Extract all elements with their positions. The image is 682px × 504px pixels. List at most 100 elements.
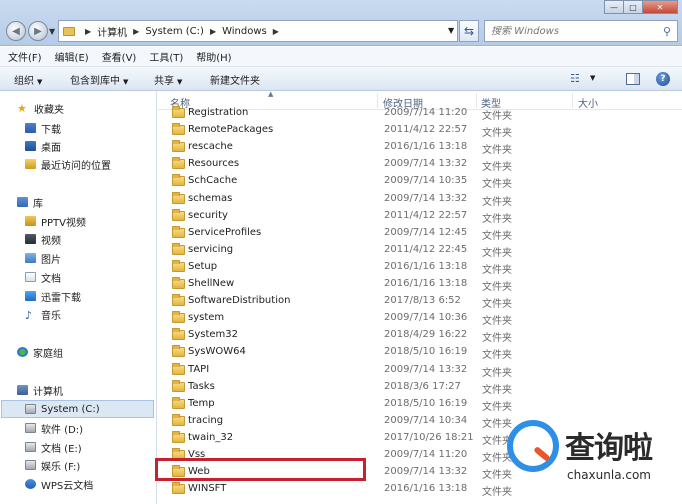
breadcrumb-windows[interactable]: Windows: [222, 26, 267, 37]
preview-pane-icon[interactable]: [626, 73, 640, 85]
menu-file[interactable]: 文件(F): [8, 49, 42, 64]
table-row[interactable]: ServiceProfiles 2009/7/14 12:45 文件夹: [158, 224, 682, 242]
nav-documents[interactable]: 文档: [25, 269, 61, 285]
folder-icon: [172, 277, 185, 289]
nav-thunder-label: 迅雷下载: [41, 292, 81, 304]
forward-button[interactable]: ▶: [28, 21, 48, 41]
table-row[interactable]: ShellNew 2016/1/16 13:18 文件夹: [158, 275, 682, 293]
chevron-down-icon[interactable]: ▼: [590, 74, 595, 82]
refresh-button[interactable]: ⇆: [459, 20, 479, 42]
table-row[interactable]: schemas 2009/7/14 13:32 文件夹: [158, 190, 682, 208]
chevron-right-icon: ▶: [85, 26, 92, 36]
cloud-icon: [25, 479, 36, 489]
nav-homegroup[interactable]: 家庭组: [17, 344, 63, 360]
watermark-url: chaxunla.com: [567, 468, 651, 482]
folder-icon: [63, 26, 75, 36]
highlight-annotation: [155, 458, 366, 481]
nav-wps[interactable]: WPS云文档: [25, 476, 93, 492]
table-row[interactable]: SoftwareDistribution 2017/8/13 6:52 文件夹: [158, 292, 682, 310]
menu-edit[interactable]: 编辑(E): [55, 49, 89, 64]
address-dropdown[interactable]: ▼: [448, 26, 454, 35]
folder-icon: [172, 362, 185, 375]
music-note-icon: ♪: [25, 309, 33, 322]
table-row[interactable]: rescache 2016/1/16 13:18 文件夹: [158, 138, 682, 157]
address-bar[interactable]: ▶ 计算机 ▶ System (C:) ▶ Windows ▶: [58, 20, 458, 42]
folder-icon: [172, 311, 185, 324]
search-input[interactable]: [491, 25, 656, 37]
chevron-right-icon[interactable]: ▶: [133, 27, 139, 36]
include-library-button[interactable]: 包含到库中 ▼: [70, 72, 128, 87]
table-row[interactable]: SchCache 2009/7/14 10:35 文件夹: [158, 172, 682, 191]
share-label: 共享: [154, 76, 174, 87]
folder-icon: [25, 216, 36, 226]
nav-videos[interactable]: 视频: [25, 231, 61, 247]
table-row[interactable]: TAPI 2009/7/14 13:32 文件夹: [158, 361, 682, 379]
nav-drive-f[interactable]: 娱乐 (F:): [25, 457, 80, 473]
chevron-down-icon: ▼: [37, 78, 43, 86]
minimize-button[interactable]: —: [604, 0, 624, 14]
nav-recent[interactable]: 最近访问的位置: [25, 156, 111, 172]
file-type: 文件夹: [482, 367, 512, 379]
nav-drive-c[interactable]: System (C:): [25, 401, 100, 417]
nav-computer-label: 计算机: [33, 386, 63, 398]
file-name: System32: [188, 329, 239, 341]
nav-videos-label: 视频: [41, 235, 61, 247]
search-icon[interactable]: ⚲: [663, 25, 671, 38]
help-icon[interactable]: ?: [656, 72, 670, 86]
nav-desktop-label: 桌面: [41, 142, 61, 154]
chevron-right-icon[interactable]: ▶: [210, 27, 216, 36]
file-name: rescache: [188, 141, 233, 153]
nav-drive-d[interactable]: 软件 (D:): [25, 420, 83, 436]
file-name: ServiceProfiles: [188, 226, 262, 238]
file-modified-date: 2016/1/16 13:18: [384, 141, 468, 153]
back-button[interactable]: ◀: [6, 21, 26, 41]
menu-view[interactable]: 查看(V): [102, 49, 137, 64]
table-row[interactable]: Resources 2009/7/14 13:32 文件夹: [158, 155, 682, 173]
menu-help[interactable]: 帮助(H): [196, 49, 231, 64]
nav-desktop[interactable]: 桌面: [25, 138, 61, 154]
nav-downloads[interactable]: 下载: [25, 120, 61, 136]
breadcrumb-system-c[interactable]: System (C:): [145, 26, 204, 37]
maximize-button[interactable]: □: [623, 0, 643, 14]
search-box[interactable]: ⚲: [484, 20, 678, 42]
chevron-right-icon[interactable]: ▶: [273, 27, 279, 36]
file-type: 文件夹: [482, 145, 512, 157]
nav-favorites[interactable]: ★ 收藏夹: [17, 100, 64, 116]
file-name: twain_32: [188, 431, 234, 443]
nav-libraries[interactable]: 库: [17, 194, 43, 210]
table-row[interactable]: security 2011/4/12 22:57 文件夹: [158, 207, 682, 225]
table-row[interactable]: SysWOW64 2018/5/10 16:19 文件夹: [158, 343, 682, 361]
table-row[interactable]: Registration 2009/7/14 11:20 文件夹: [158, 104, 682, 122]
file-name: servicing: [188, 243, 234, 255]
close-button[interactable]: ✕: [642, 0, 678, 14]
file-modified-date: 2017/10/26 18:21: [384, 431, 474, 443]
new-folder-button[interactable]: 新建文件夹: [210, 72, 260, 87]
file-type: 文件夹: [482, 179, 512, 191]
menu-tools[interactable]: 工具(T): [149, 49, 183, 64]
share-button[interactable]: 共享 ▼: [154, 72, 182, 87]
nav-pictures[interactable]: 图片: [25, 250, 61, 266]
nav-recent-label: 最近访问的位置: [41, 160, 111, 172]
nav-documents-label: 文档: [41, 273, 61, 285]
table-row[interactable]: Temp 2018/5/10 16:19 文件夹: [158, 395, 682, 413]
table-row[interactable]: Tasks 2018/3/6 17:27 文件夹: [158, 378, 682, 396]
table-row[interactable]: System32 2018/4/29 16:22 文件夹: [158, 326, 682, 344]
nav-thunder[interactable]: 迅雷下载: [25, 288, 81, 304]
file-modified-date: 2011/4/12 22:45: [384, 243, 468, 255]
nav-music[interactable]: ♪ 音乐: [25, 306, 61, 322]
view-options-icon[interactable]: ☷: [570, 72, 580, 85]
file-name: security: [188, 209, 228, 221]
table-row[interactable]: servicing 2011/4/12 22:45 文件夹: [158, 241, 682, 259]
nav-pptv[interactable]: PPTV视频: [25, 213, 86, 229]
nav-computer[interactable]: 计算机: [17, 382, 63, 398]
file-name: Temp: [188, 397, 215, 409]
table-row[interactable]: Setup 2016/1/16 13:18 文件夹: [158, 258, 682, 276]
table-row[interactable]: system 2009/7/14 10:36 文件夹: [158, 309, 682, 327]
nav-drive-e[interactable]: 文档 (E:): [25, 439, 82, 455]
file-modified-date: 2018/5/10 16:19: [384, 397, 468, 409]
folder-icon: [172, 208, 185, 221]
recent-pages-dropdown[interactable]: ▼: [49, 27, 55, 36]
organize-button[interactable]: 组织 ▼: [14, 72, 42, 87]
table-row[interactable]: RemotePackages 2011/4/12 22:57 文件夹: [158, 121, 682, 139]
breadcrumb-computer[interactable]: 计算机: [97, 24, 127, 39]
